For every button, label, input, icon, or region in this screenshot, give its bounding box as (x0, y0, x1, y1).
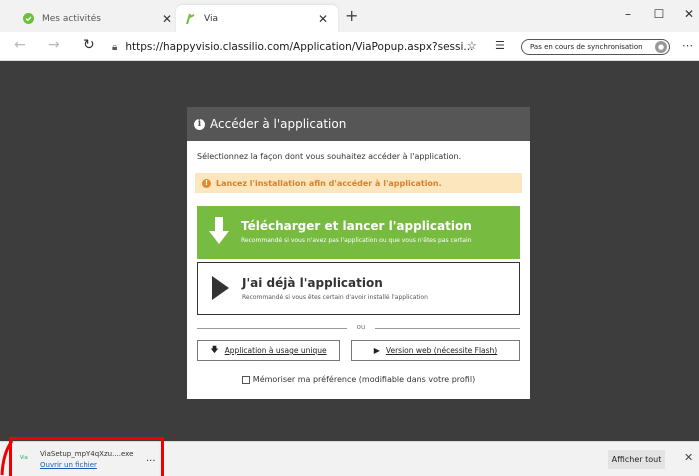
single-use-button[interactable]: 🡇 Application à usage unique (197, 340, 340, 361)
tab-title: Mes activités (42, 13, 101, 24)
warning-text: Lancez l'installation afin d'accéder à l… (216, 178, 442, 188)
highlight-box (9, 437, 164, 476)
highlight-stroke (0, 440, 14, 476)
url-text: https://happyvisio.classilio.com/Applica… (125, 41, 474, 53)
download-button-subtitle: Recommandé si vous n'avez pas l'applicat… (241, 237, 472, 244)
dialog-instruction: Sélectionnez la façon dont vous souhaite… (197, 152, 462, 161)
favorites-list-icon[interactable]: ☰ (495, 39, 505, 52)
or-divider: ou (197, 323, 520, 333)
tab-close-icon[interactable]: ✕ (316, 12, 330, 26)
dialog-header: i Accéder à l'application (187, 107, 530, 141)
warning-icon: ! (202, 178, 211, 188)
lock-icon: 🔒︎ (112, 41, 118, 53)
back-icon[interactable]: ← (14, 37, 26, 53)
access-application-dialog: i Accéder à l'application Sélectionnez l… (187, 107, 530, 399)
more-options-icon[interactable]: ⋯ (682, 39, 693, 52)
tab-via[interactable]: Via ✕ (176, 5, 338, 32)
download-button-title: Télécharger et lancer l'application (241, 219, 472, 233)
download-launch-button[interactable]: Télécharger et lancer l'application Reco… (197, 206, 520, 259)
address-bar[interactable]: 🔒︎ https://happyvisio.classilio.com/Appl… (112, 38, 490, 56)
web-version-button[interactable]: ▶ Version web (nécessite Flash) (351, 340, 520, 361)
remember-checkbox[interactable] (241, 375, 250, 384)
avatar-icon: ● (655, 41, 667, 53)
info-icon: i (194, 118, 205, 130)
sync-status-label: Pas en cours de synchronisation (530, 43, 643, 51)
dialog-title: Accéder à l'application (210, 117, 347, 131)
tab-mes-activites[interactable]: Mes activités ✕ (14, 5, 182, 32)
maximize-button[interactable]: ☐ (649, 7, 669, 21)
navigation-bar: ← → ↻ 🔒︎ https://happyvisio.classilio.co… (0, 32, 699, 61)
favorite-star-icon[interactable]: ☆ (467, 39, 477, 52)
divider-label: ou (356, 323, 366, 331)
already-button-subtitle: Recommandé si vous êtes certain d'avoir … (242, 294, 428, 301)
via-logo-icon (184, 13, 196, 25)
minimize-button[interactable]: – (618, 7, 638, 21)
download-arrow-icon (209, 217, 229, 249)
close-window-button[interactable]: ✕ (679, 7, 699, 21)
single-use-label: Application à usage unique (224, 346, 327, 355)
play-icon (210, 275, 230, 305)
tab-close-icon[interactable]: ✕ (160, 12, 174, 26)
warning-banner: ! Lancez l'installation afin d'accéder à… (195, 173, 522, 193)
tab-strip: Mes activités ✕ Via ✕ + – ☐ ✕ (0, 0, 699, 32)
download-bar-close-icon[interactable]: ✕ (684, 451, 693, 464)
remember-preference[interactable]: Mémoriser ma préférence (modifiable dans… (187, 375, 530, 384)
new-tab-button[interactable]: + (345, 8, 358, 24)
web-version-label: Version web (nécessite Flash) (385, 346, 498, 355)
remember-label: Mémoriser ma préférence (modifiable dans… (252, 375, 476, 384)
refresh-icon[interactable]: ↻ (83, 37, 95, 53)
divider-line (375, 328, 520, 329)
already-installed-button[interactable]: J'ai déjà l'application Recommandé si vo… (197, 262, 520, 315)
show-all-button[interactable]: Afficher tout (608, 450, 665, 469)
tab-title: Via (204, 13, 218, 24)
profile-sync-button[interactable]: Pas en cours de synchronisation ● (521, 39, 670, 55)
check-circle-icon (22, 13, 34, 25)
forward-icon[interactable]: → (48, 37, 60, 53)
already-button-title: J'ai déjà l'application (242, 276, 383, 290)
download-icon: 🡇 (210, 344, 219, 354)
divider-line (197, 328, 347, 329)
play-icon: ▶ (373, 346, 380, 355)
